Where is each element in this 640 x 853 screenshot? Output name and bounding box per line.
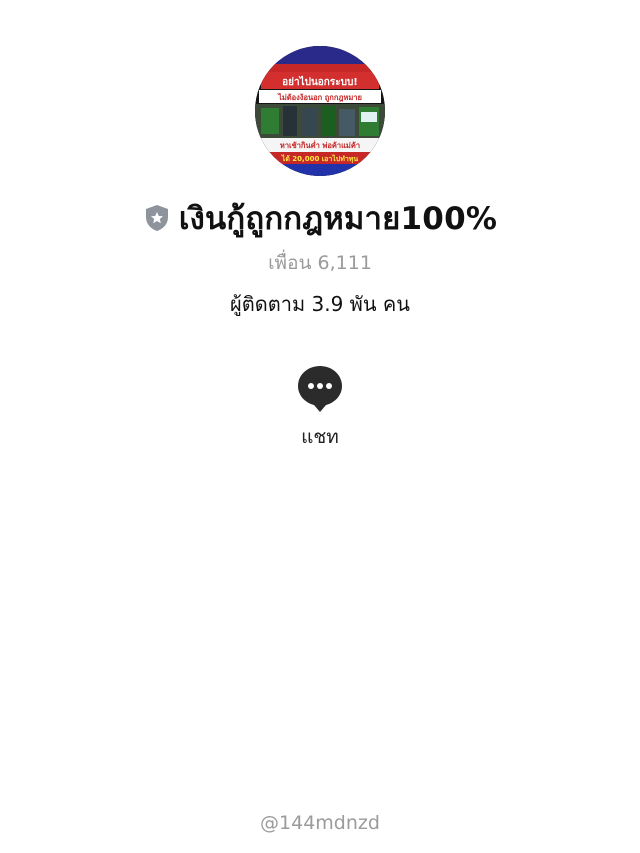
avatar-line-1: อย่าไปนอกระบบ! <box>282 75 358 88</box>
profile-handle: @144mdnzd <box>260 812 380 834</box>
avatar-line-2: ไม่ต้องง้อนอก ถูกกฎหมาย <box>277 92 362 103</box>
profile-name: เงินกู้ถูกกฎหมาย100% <box>178 201 498 237</box>
friends-count: เพื่อน 6,111 <box>268 252 372 274</box>
avatar-image: อย่าไปนอกระบบ! ไม่ต้องง้อนอก ถูกกฎหมาย ห… <box>255 46 385 176</box>
profile-avatar[interactable]: อย่าไปนอกระบบ! ไม่ต้องง้อนอก ถูกกฎหมาย ห… <box>255 46 385 176</box>
avatar-line-4: ได้ 20,000 เอาไปทำทุน <box>281 154 359 163</box>
followers-count: ผู้ติดตาม 3.9 พัน คน <box>230 292 410 316</box>
chat-bubble-icon <box>298 366 342 412</box>
shield-star-icon <box>143 203 171 233</box>
chat-label: แชท <box>301 426 339 448</box>
profile-title-row: เงินกู้ถูกกฎหมาย100% <box>0 196 640 240</box>
chat-button[interactable]: แชท <box>280 364 360 454</box>
avatar-line-3: หาเช้ากินค่ำ พ่อค้าแม่ค้า <box>280 139 360 150</box>
